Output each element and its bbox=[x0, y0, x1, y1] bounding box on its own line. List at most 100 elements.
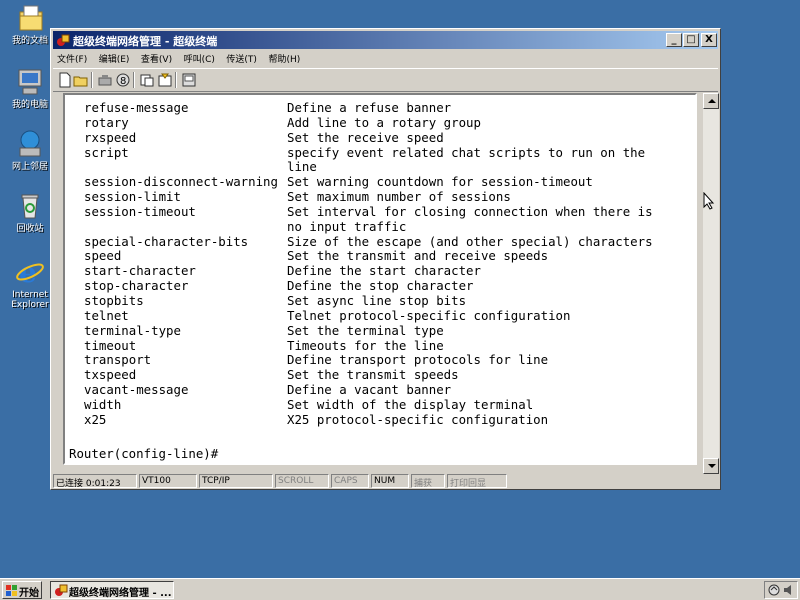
terminal-line: vacant-message Define a vacant banner bbox=[69, 382, 653, 398]
desktop-icon-label: Internet Explorer bbox=[11, 290, 49, 310]
toolbar-separator bbox=[133, 72, 135, 88]
status-print-echo: 打印回显 bbox=[447, 474, 507, 488]
status-caps: CAPS bbox=[331, 474, 369, 488]
status-protocol: TCP/IP bbox=[199, 474, 273, 488]
terminal-line: speed Set the transmit and receive speeds bbox=[69, 249, 653, 264]
command-name: timeout bbox=[84, 337, 137, 353]
menu-view[interactable]: 查看(V) bbox=[137, 50, 176, 65]
arrow-up-icon bbox=[708, 99, 716, 103]
status-emulation: VT100 bbox=[139, 474, 197, 488]
command-description: Define a vacant banner bbox=[287, 382, 452, 398]
command-description: Define a refuse banner bbox=[287, 100, 452, 115]
terminal-line: rxspeed Set the receive speed bbox=[69, 129, 653, 146]
terminal-line: transport Define transport protocols for … bbox=[69, 352, 653, 368]
status-capture: 捕获 bbox=[411, 474, 445, 488]
command-description: Set maximum number of sessions bbox=[287, 189, 511, 205]
desktop-icon-network-places[interactable]: 网上邻居 bbox=[4, 128, 56, 172]
terminal-line: stop-character Define the stop character bbox=[69, 278, 653, 294]
close-button[interactable]: X bbox=[701, 33, 717, 47]
network-status-icon[interactable] bbox=[767, 583, 781, 597]
scroll-up-button[interactable] bbox=[703, 93, 719, 109]
windows-logo-icon bbox=[6, 585, 17, 596]
send-button[interactable] bbox=[139, 72, 155, 88]
desktop-icon-recycle-bin[interactable]: 回收站 bbox=[4, 190, 56, 234]
properties-icon: 8 bbox=[116, 73, 130, 87]
terminal-line: x25 X25 protocol-specific configuration bbox=[69, 411, 653, 428]
disconnect-button[interactable] bbox=[97, 72, 113, 88]
terminal-line: start-character Define the start characte… bbox=[69, 263, 653, 279]
network-places-icon bbox=[14, 128, 46, 160]
recycle-bin-icon bbox=[14, 190, 46, 222]
start-button[interactable]: 开始 bbox=[2, 581, 42, 599]
terminal-line: script specify event related chat scripts… bbox=[69, 144, 653, 161]
desktop-icon-my-computer[interactable]: 我的电脑 bbox=[4, 66, 56, 110]
command-name: session-timeout bbox=[84, 203, 196, 219]
command-description: Set the transmit and receive speeds bbox=[287, 248, 549, 264]
command-description: Define transport protocols for line bbox=[287, 352, 549, 368]
terminal-line: txspeed Set the transmit speeds bbox=[69, 367, 653, 383]
command-name: script bbox=[84, 144, 129, 160]
command-prompt[interactable]: Router(config-line)# bbox=[69, 446, 218, 461]
open-icon bbox=[73, 76, 88, 87]
command-description: no input traffic bbox=[287, 218, 407, 234]
terminal-line: stopbits Set async line stop bits bbox=[69, 292, 653, 309]
receive-button[interactable] bbox=[157, 72, 173, 88]
desktop-icon-label: 我的文档 bbox=[11, 36, 48, 46]
command-description: line bbox=[287, 159, 317, 175]
status-connected-time: 已连接 0:01:23 bbox=[53, 474, 137, 488]
toolbar: 8 bbox=[53, 68, 718, 92]
menu-file[interactable]: 文件(F) bbox=[53, 50, 91, 65]
command-description: Set async line stop bits bbox=[287, 292, 467, 308]
taskbar: 开始 超级终端网络管理 - ... bbox=[0, 578, 800, 600]
minimize-button[interactable]: _ bbox=[666, 33, 682, 47]
title-bar[interactable]: 超级终端网络管理 - 超级终端 _ □ X bbox=[53, 31, 718, 49]
menu-bar: 文件(F) 编辑(E) 查看(V) 呼叫(C) 传送(T) 帮助(H) bbox=[53, 50, 718, 68]
open-button[interactable] bbox=[73, 72, 89, 88]
terminal-screen[interactable]: refuse-message Define a refuse banner rota… bbox=[63, 93, 697, 465]
command-name: rotary bbox=[84, 114, 129, 130]
command-name: rxspeed bbox=[84, 129, 137, 145]
desktop-icon-my-documents[interactable]: 我的文档 bbox=[4, 2, 56, 46]
taskbar-item-hyperterminal[interactable]: 超级终端网络管理 - ... bbox=[50, 581, 174, 599]
menu-transfer[interactable]: 传送(T) bbox=[222, 50, 261, 65]
send-icon bbox=[140, 74, 154, 87]
status-scroll: SCROLL bbox=[275, 474, 329, 488]
terminal-line: no input traffic bbox=[69, 218, 653, 235]
desktop-icon-label: 网上邻居 bbox=[11, 162, 48, 172]
command-name: vacant-message bbox=[84, 382, 189, 398]
arrow-down-icon bbox=[708, 464, 716, 468]
terminal-line: terminal-type Set the terminal type bbox=[69, 323, 653, 339]
command-name: x25 bbox=[84, 411, 107, 427]
window-title: 超级终端网络管理 - 超级终端 bbox=[73, 35, 218, 48]
command-description: Set interval for closing connection when… bbox=[287, 203, 653, 219]
call-button[interactable] bbox=[181, 72, 197, 88]
terminal-line: special-character-bits Size of the escape… bbox=[69, 233, 653, 250]
command-description: Set the receive speed bbox=[287, 129, 444, 145]
command-description: Size of the escape (and other special) c… bbox=[287, 233, 653, 249]
command-name: start-character bbox=[84, 263, 196, 279]
receive-icon bbox=[158, 73, 172, 87]
internet-explorer-icon: e bbox=[14, 256, 46, 289]
vertical-scrollbar[interactable] bbox=[703, 93, 719, 474]
toolbar-separator bbox=[91, 72, 93, 88]
new-icon bbox=[59, 72, 71, 88]
properties-button[interactable]: 8 bbox=[115, 72, 131, 88]
menu-call[interactable]: 呼叫(C) bbox=[180, 50, 219, 65]
terminal-line: timeout Timeouts for the line bbox=[69, 337, 653, 354]
terminal-line: line bbox=[69, 160, 653, 175]
menu-help[interactable]: 帮助(H) bbox=[264, 50, 304, 65]
new-connection-button[interactable] bbox=[57, 72, 73, 88]
menu-edit[interactable]: 编辑(E) bbox=[95, 50, 134, 65]
terminal-line: width Set width of the display terminal bbox=[69, 397, 653, 413]
volume-icon[interactable] bbox=[782, 583, 796, 597]
command-description: Set the transmit speeds bbox=[287, 367, 459, 383]
command-name: transport bbox=[84, 352, 152, 368]
scroll-down-button[interactable] bbox=[703, 458, 719, 474]
command-description: Set warning countdown for session-timeou… bbox=[287, 174, 593, 190]
terminal-line: session-disconnect-warning Set warning co… bbox=[69, 174, 653, 190]
desktop-icon-label: 回收站 bbox=[16, 224, 44, 234]
maximize-button[interactable]: □ bbox=[683, 33, 699, 47]
desktop-icon-internet-explorer[interactable]: e Internet Explorer bbox=[4, 256, 56, 310]
command-name: stop-character bbox=[84, 278, 189, 294]
disconnect-icon bbox=[98, 75, 112, 86]
